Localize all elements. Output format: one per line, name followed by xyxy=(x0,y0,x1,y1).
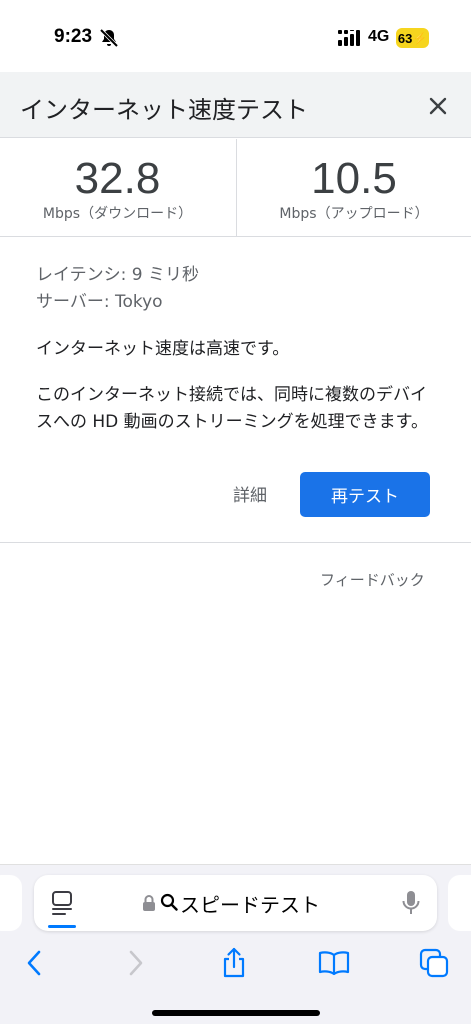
share-button[interactable] xyxy=(214,943,254,983)
bookmarks-button[interactable] xyxy=(314,943,354,983)
speed-description: このインターネット接続では、同時に複数のデバイスへの HD 動画のストリーミング… xyxy=(36,385,428,432)
status-bar: 9:23 4G 63 ⚡ xyxy=(0,0,471,72)
chevron-left-icon xyxy=(27,950,41,976)
close-button[interactable] xyxy=(420,88,456,124)
tabs-icon xyxy=(419,948,449,978)
bell-slash-icon xyxy=(99,28,119,48)
upload-unit: Mbps（アップロード） xyxy=(279,206,429,222)
speed-results: 32.8 Mbps（ダウンロード） 10.5 Mbps（アップロード） xyxy=(0,139,471,237)
speed-summary: インターネット速度は高速です。 xyxy=(36,339,290,359)
download-result: 32.8 Mbps（ダウンロード） xyxy=(0,139,235,237)
tabs-button[interactable] xyxy=(414,943,454,983)
address-bar[interactable]: スピードテスト xyxy=(34,875,437,931)
microphone-icon[interactable] xyxy=(400,889,422,917)
address-text: スピードテスト xyxy=(180,893,320,917)
signal-icon xyxy=(338,30,360,46)
page-menu-indicator xyxy=(48,925,76,928)
network-label: 4G xyxy=(368,28,390,45)
retest-button[interactable]: 再テスト xyxy=(300,472,430,517)
page-title: インターネット速度テスト xyxy=(20,96,308,124)
lock-icon xyxy=(143,895,155,911)
navigation-bar xyxy=(0,943,471,983)
status-time: 9:23 xyxy=(54,26,93,47)
divider xyxy=(0,542,471,543)
battery-indicator: 63 ⚡ xyxy=(396,28,429,48)
next-tab-preview[interactable] xyxy=(448,875,471,931)
result-details: レイテンシ: 9 ミリ秒 サーバー: Tokyo インターネット速度は高速です。… xyxy=(36,262,436,436)
upload-value: 10.5 xyxy=(311,154,397,203)
page-menu-icon[interactable] xyxy=(50,889,74,917)
close-icon xyxy=(429,97,447,115)
download-value: 32.8 xyxy=(74,154,161,203)
charging-icon: ⚡ xyxy=(413,32,428,45)
upload-result: 10.5 Mbps（アップロード） xyxy=(236,139,471,237)
book-icon xyxy=(318,951,350,976)
battery-level: 63 xyxy=(397,30,413,46)
forward-button[interactable] xyxy=(116,943,156,983)
search-icon xyxy=(160,893,178,911)
feedback-link[interactable]: フィードバック xyxy=(320,569,425,590)
home-indicator xyxy=(152,1010,320,1016)
details-button[interactable]: 詳細 xyxy=(233,481,267,506)
dialog-header: インターネット速度テスト xyxy=(0,72,471,138)
latency-text: レイテンシ: 9 ミリ秒 xyxy=(36,265,200,285)
download-unit: Mbps（ダウンロード） xyxy=(42,206,193,222)
back-button[interactable] xyxy=(14,943,54,983)
browser-toolbar: スピードテスト xyxy=(0,864,471,1024)
share-icon xyxy=(223,947,245,978)
server-text: サーバー: Tokyo xyxy=(36,292,163,312)
previous-tab-preview[interactable] xyxy=(0,875,22,931)
chevron-right-icon xyxy=(129,950,143,976)
